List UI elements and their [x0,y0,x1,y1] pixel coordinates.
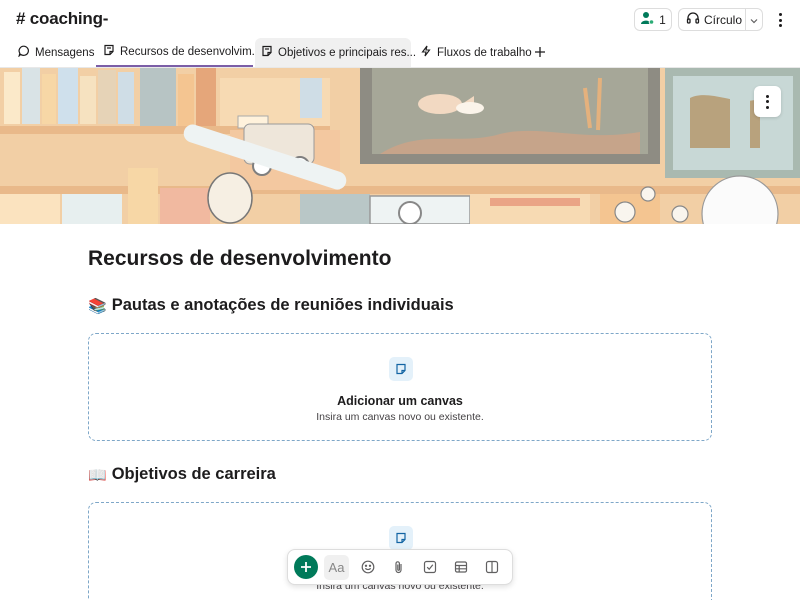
more-options-icon[interactable] [772,9,788,31]
canvas-insert-toolbar: Aa [287,549,513,585]
emoji-icon[interactable] [355,555,380,580]
channel-title[interactable]: # coaching- [16,9,108,29]
section-heading-text: Objetivos de carreira [111,465,276,483]
members-button[interactable]: 1 [634,8,672,31]
attach-icon[interactable] [386,555,411,580]
tab-label: Mensagens [35,46,95,59]
tab-label: Fluxos de trabalho [437,46,532,59]
canvas-icon [389,357,413,381]
bookshelf-illustration [0,68,800,224]
channel-header: # coaching- 1 Círculo [0,0,800,40]
header-image-options-icon[interactable] [754,86,781,117]
section-heading[interactable]: 📖 Objetivos de carreira [88,465,276,484]
huddle-label: Círculo [704,12,743,27]
tab-label: Objetivos e principais res... [278,46,417,59]
add-canvas-card[interactable]: Adicionar um canvas Insira um canvas nov… [88,333,712,441]
canvas-header-image [0,68,800,224]
tab-recursos[interactable]: Recursos de desenvolvim... [96,38,261,67]
plus-icon [301,562,311,572]
section-heading-text: Pautas e anotações de reuniões individua… [111,296,454,314]
add-tab-icon[interactable] [531,43,549,61]
huddle-options[interactable] [746,9,762,30]
huddle-button[interactable]: Círculo [678,8,763,31]
canvas-icon [261,45,273,60]
open-book-emoji-icon: 📖 [88,465,107,484]
member-avatar-icon [640,11,655,28]
channel-tabs: Mensagens Recursos de desenvolvim... Obj… [0,38,800,68]
canvas-icon [103,44,115,59]
headphones-icon [686,11,700,28]
tab-fluxos[interactable]: Fluxos de trabalho [420,38,532,67]
table-icon[interactable] [448,555,473,580]
tab-label: Recursos de desenvolvim... [120,45,262,58]
columns-icon[interactable] [479,555,504,580]
section-heading[interactable]: 📚 Pautas e anotações de reuniões individ… [88,296,454,315]
checklist-icon[interactable] [417,555,442,580]
workflow-icon [420,45,432,60]
tab-messages[interactable]: Mensagens [18,38,94,67]
insert-plus-button[interactable] [294,555,318,579]
books-emoji-icon: 📚 [88,296,107,315]
message-icon [18,45,30,60]
huddle-start[interactable]: Círculo [679,9,745,30]
card-subtitle: Insira um canvas novo ou existente. [316,411,484,423]
canvas-title[interactable]: Recursos de desenvolvimento [88,247,391,271]
tab-objetivos[interactable]: Objetivos e principais res... [255,38,416,67]
text-format-button[interactable]: Aa [324,554,349,580]
canvas-icon [389,526,413,550]
card-title: Adicionar um canvas [337,394,463,408]
chevron-down-icon [750,13,758,27]
member-count: 1 [659,12,666,27]
